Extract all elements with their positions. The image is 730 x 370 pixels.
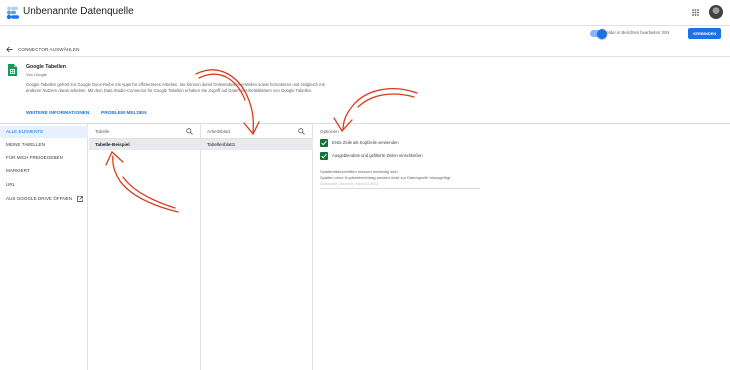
annotation-arrow-options [357,93,415,108]
check-icon [321,140,327,146]
divider [0,56,730,57]
search-icon[interactable] [186,128,193,135]
table-item-selected[interactable]: Tabelle-Beispiel [89,139,201,150]
sheet-column-header: Arbeitsblatt [207,129,230,134]
back-label[interactable]: CONNECTOR AUSWÄHLEN [18,47,80,52]
nav-item-open-drive[interactable]: AUS GOOGLE DRIVE ÖFFNEN [0,193,88,205]
range-input-underline [320,188,480,189]
table-column: Tabelle Tabelle-Beispiel [89,124,201,370]
options-hint: Spaltenüberschriften müssen eindeutig se… [320,169,490,180]
range-input[interactable]: Optionaler Bereich, etwa A1:B52 [320,181,480,186]
sheet-column: Arbeitsblatt Tabellenblatt1 [201,124,313,370]
avatar[interactable] [709,5,723,19]
nav-item-open-drive-label: AUS GOOGLE DRIVE ÖFFNEN [6,196,73,201]
toggle-label: Felder in Berichten bearbeiten: EIN [604,30,670,35]
connector-description: Google Tabellen gehört zur Google Docs-R… [26,82,325,94]
nav-item-all[interactable]: ALLE ELEMENTE [0,126,88,138]
connector-title: Google Tabellen [26,64,66,70]
options-header: Optionen [320,129,339,134]
apps-grid-icon[interactable] [692,9,699,16]
hidden-rows-label[interactable]: Ausgeblendete und gefilterte Zeilen eins… [332,153,423,158]
top-bar: Unbenannte Datenquelle [0,0,730,26]
report-problem-link[interactable]: PROBLEM MELDEN [101,111,147,116]
table-column-header: Tabelle [95,129,110,134]
open-external-icon [77,196,83,202]
learn-more-link[interactable]: WEITERE INFORMATIONEN [26,111,89,116]
nav-item-shared[interactable]: FÜR MICH FREIGEGEBEN [0,152,88,164]
nav-item-starred[interactable]: MARKIERT [0,165,88,177]
back-to-connectors[interactable]: CONNECTOR AUSWÄHLEN [6,45,80,53]
back-arrow-icon[interactable] [6,46,13,53]
app-title[interactable]: Unbenannte Datenquelle [23,6,134,17]
header-row-label[interactable]: Erste Zeile als Kopfzeile verwenden [332,140,399,145]
nav-item-url[interactable]: URL [0,179,88,191]
sheets-icon [8,64,17,76]
options-hint-line: Spalten ohne Kopfzeileneintrag werden ni… [320,174,452,180]
header-row-checkbox[interactable] [320,139,328,147]
connector-author: Von Google [26,72,47,77]
check-icon [321,153,327,159]
search-icon[interactable] [298,128,305,135]
connect-button[interactable]: VERBINDEN [688,28,721,39]
datastudio-logo-icon [6,6,19,20]
nav-item-my-sheets[interactable]: MEINE TABELLEN [0,139,88,151]
sheet-item-selected[interactable]: Tabellenblatt1 [201,139,313,150]
hidden-rows-checkbox[interactable] [320,152,328,160]
source-nav: ALLE ELEMENTE MEINE TABELLEN FÜR MICH FR… [0,124,88,370]
